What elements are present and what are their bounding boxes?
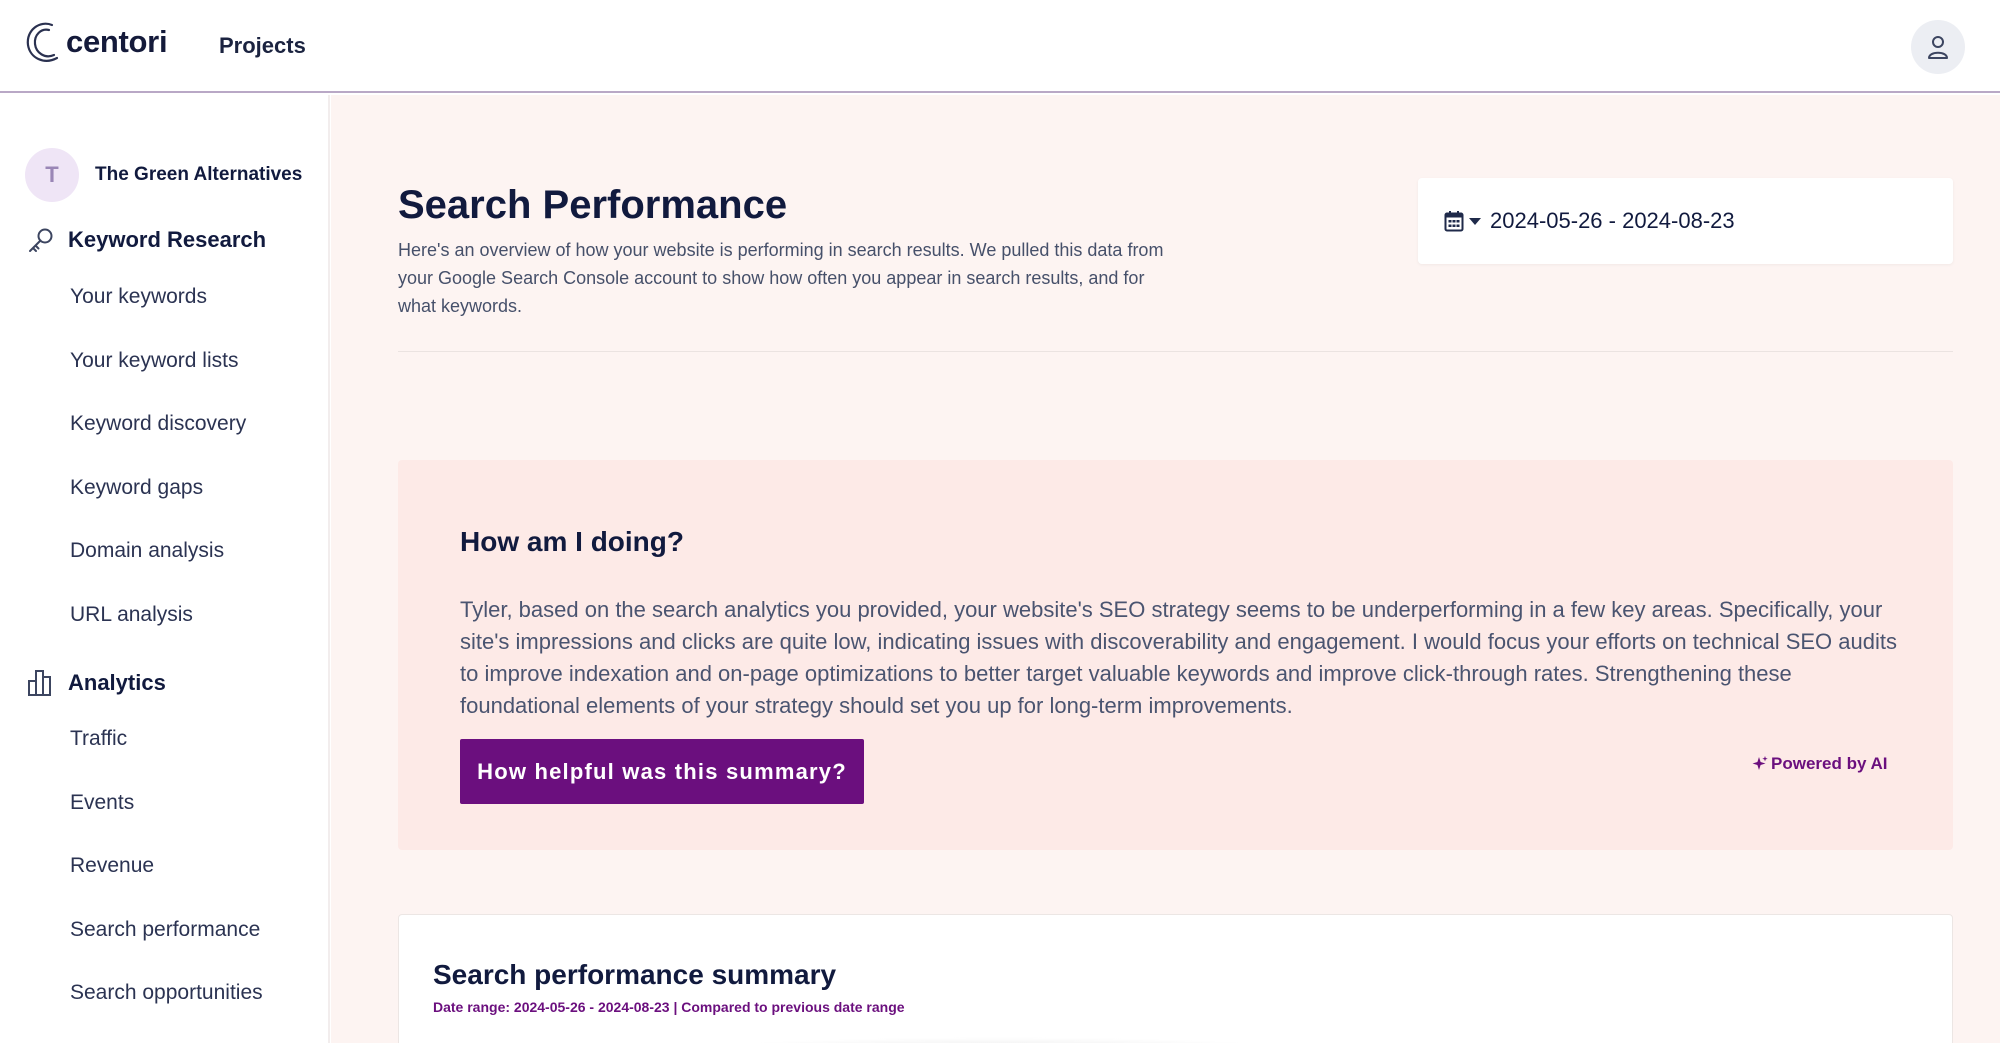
caret-down-icon: [1469, 217, 1481, 225]
calendar-icon: [1444, 211, 1464, 232]
sidebar-item-your-keywords[interactable]: Your keywords: [70, 285, 207, 309]
sidebar-item-traffic[interactable]: Traffic: [70, 727, 127, 751]
loading-shadow: [639, 1037, 1359, 1043]
sidebar-item-events[interactable]: Events: [70, 791, 134, 815]
sidebar: T The Green Alternatives Keyword Researc…: [0, 95, 330, 1043]
perf-summary-subtitle: Date range: 2024-05-26 - 2024-08-23 | Co…: [433, 999, 905, 1015]
project-name: The Green Alternatives: [95, 164, 303, 185]
section-title-analytics: Analytics: [68, 670, 166, 695]
nav-projects-link[interactable]: Projects: [219, 33, 306, 59]
sidebar-item-domain-analysis[interactable]: Domain analysis: [70, 539, 224, 563]
centori-logo-icon: [26, 22, 59, 62]
powered-by-ai: Powered by AI: [1751, 754, 1888, 774]
user-menu-button[interactable]: [1911, 20, 1965, 74]
sparkle-icon: [1752, 756, 1768, 770]
search-performance-summary-card: Search performance summary Date range: 2…: [398, 914, 1953, 1043]
logo-text: centori: [66, 24, 168, 59]
sidebar-item-keyword-gaps[interactable]: Keyword gaps: [70, 476, 203, 500]
date-range-value: 2024-05-26 - 2024-08-23: [1490, 208, 1735, 233]
ai-summary-card: How am I doing? Tyler, based on the sear…: [398, 460, 1953, 850]
section-keyword-research: Keyword Research: [26, 225, 266, 255]
bar-chart-icon: [28, 670, 51, 696]
sidebar-item-search-opportunities[interactable]: Search opportunities: [70, 981, 263, 1005]
key-icon: [29, 228, 53, 252]
project-selector[interactable]: T The Green Alternatives: [25, 148, 302, 202]
sidebar-item-your-keyword-lists[interactable]: Your keyword lists: [70, 349, 238, 373]
page-description: Here's an overview of how your website i…: [398, 240, 1164, 316]
user-icon: [1928, 36, 1948, 59]
sidebar-item-revenue[interactable]: Revenue: [70, 854, 154, 878]
project-avatar: T: [25, 148, 79, 202]
logo[interactable]: centori: [22, 18, 168, 66]
sidebar-item-url-analysis[interactable]: URL analysis: [70, 603, 193, 627]
header-divider: [398, 351, 1953, 352]
section-title-keyword-research: Keyword Research: [68, 227, 267, 252]
page-title: Search Performance: [398, 183, 788, 227]
top-navbar: centori Projects: [0, 0, 2000, 93]
summary-title: How am I doing?: [460, 526, 684, 557]
section-analytics: Analytics: [26, 668, 166, 698]
date-range-picker[interactable]: 2024-05-26 - 2024-08-23: [1418, 178, 1953, 264]
summary-body: Tyler, based on the search analytics you…: [460, 597, 1897, 718]
sidebar-item-search-performance[interactable]: Search performance: [70, 918, 260, 942]
powered-by-ai-label: Powered by AI: [1771, 754, 1888, 773]
sidebar-item-keyword-discovery[interactable]: Keyword discovery: [70, 412, 246, 436]
summary-feedback-button[interactable]: How helpful was this summary?: [460, 739, 864, 804]
perf-summary-title: Search performance summary: [433, 959, 837, 990]
